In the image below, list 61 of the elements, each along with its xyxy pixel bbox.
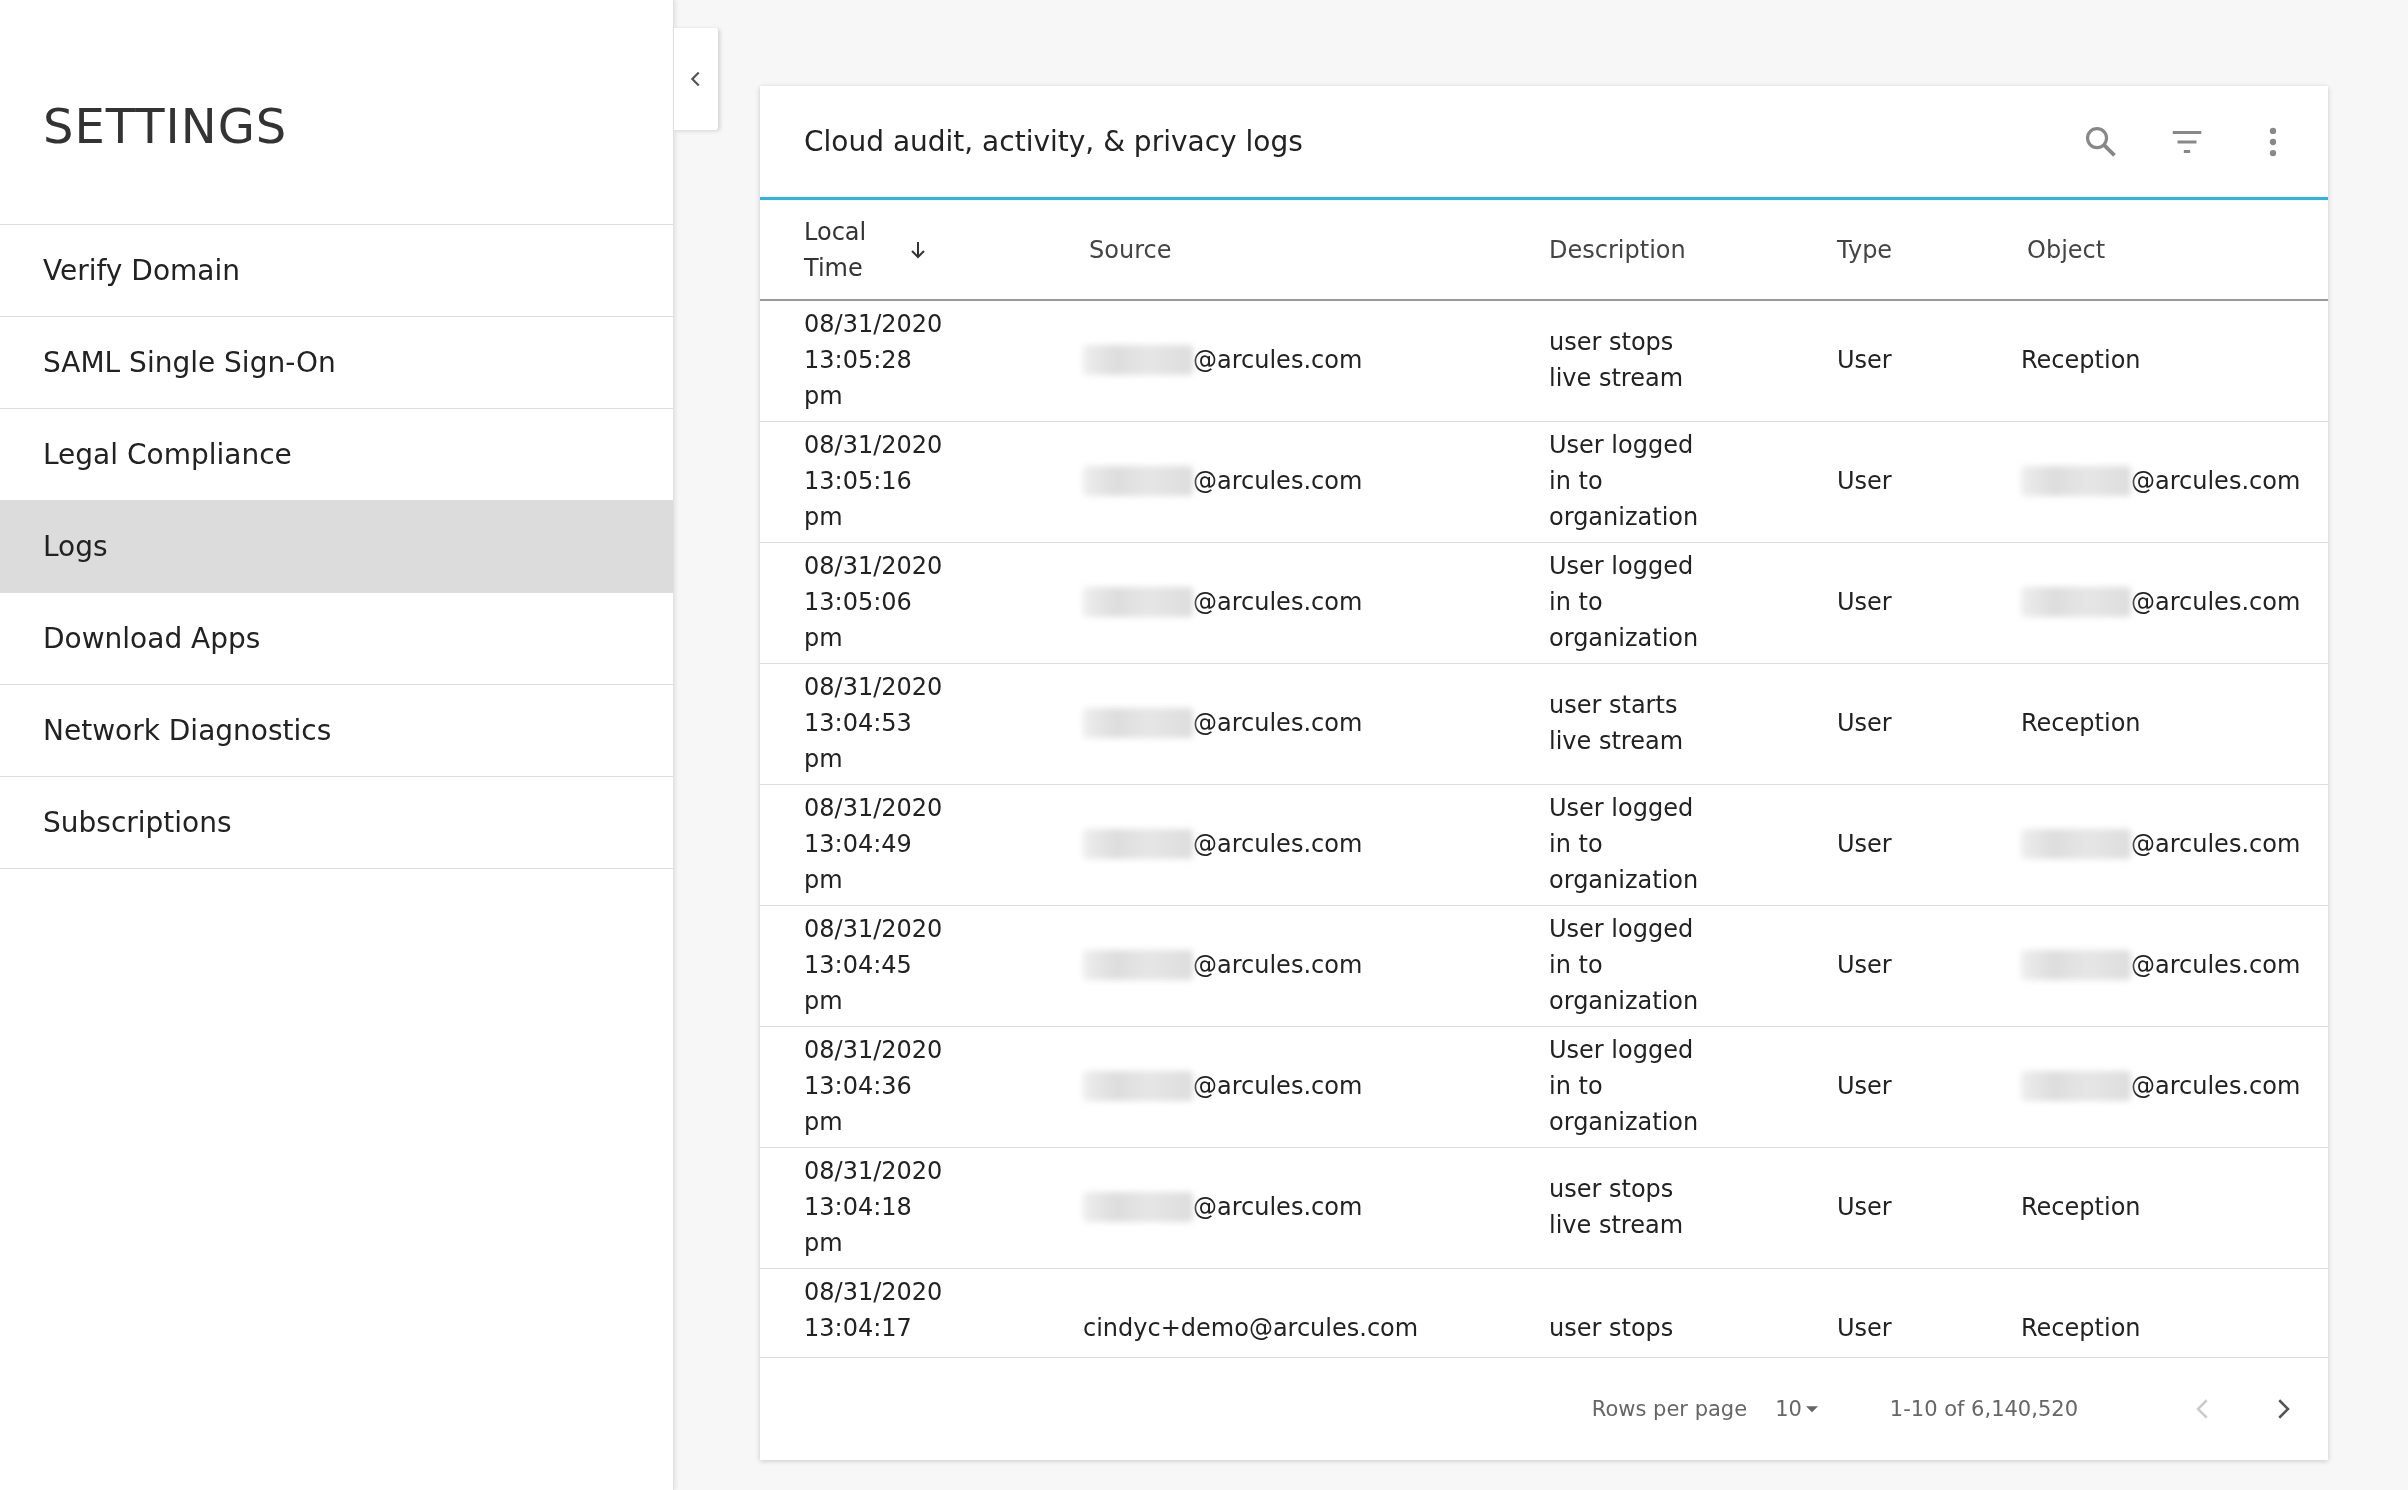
sidebar-item[interactable]: Verify Domain bbox=[0, 225, 673, 317]
table-cell-text: @arcules.com bbox=[1193, 829, 1363, 860]
table-cell-text: User bbox=[1837, 466, 1892, 497]
table-cell-text: User logged in to organization bbox=[1549, 914, 1699, 1017]
page-range: 1-10 of 6,140,520 bbox=[1889, 1397, 2078, 1421]
table-cell-text: 08/31/2020 13:04:36 pm bbox=[804, 1035, 943, 1138]
table-cell-text: 08/31/2020 13:05:28 pm bbox=[804, 309, 943, 412]
table-cell-text: user stops live stream bbox=[1549, 327, 1684, 394]
table-cell-text: User logged in to organization bbox=[1549, 551, 1699, 654]
table-cell-text: User bbox=[1837, 829, 1892, 860]
table-cell-text: Reception bbox=[2021, 1192, 2141, 1223]
table-cell-text: User logged in to organization bbox=[1549, 1035, 1699, 1138]
table-cell-text: User bbox=[1837, 950, 1892, 981]
table-cell-text: @arcules.com bbox=[1193, 1071, 1363, 1102]
table-cell-text: @arcules.com bbox=[2131, 587, 2301, 618]
table-cell-text: @arcules.com bbox=[2131, 950, 2301, 981]
table-cell-text: 08/31/2020 13:05:16 pm bbox=[804, 430, 943, 533]
card-title: Cloud audit, activity, & privacy logs bbox=[804, 125, 1304, 158]
table-cell-text: @arcules.com bbox=[1193, 950, 1363, 981]
table-cell-text: Reception bbox=[2021, 1313, 2141, 1344]
table-cell-text: @arcules.com bbox=[2131, 829, 2301, 860]
table-cell-text: User bbox=[1837, 1313, 1892, 1344]
table-cell-text: @arcules.com bbox=[1193, 1192, 1363, 1223]
table-cell-text: @arcules.com bbox=[1193, 466, 1363, 497]
table-cell-text: User bbox=[1837, 345, 1892, 376]
table-cell-text: User bbox=[1837, 1071, 1892, 1102]
table-cell-text: User bbox=[1837, 708, 1892, 739]
table-cell-text: 08/31/2020 13:04:53 pm bbox=[804, 672, 943, 775]
table-cell-text: Reception bbox=[2021, 345, 2141, 376]
table-cell-text: @arcules.com bbox=[1193, 587, 1363, 618]
table-cell-text: User bbox=[1837, 587, 1892, 618]
table-cell-text: 08/31/2020 13:05:06 pm bbox=[804, 551, 943, 654]
sidebar-title: SETTINGS bbox=[0, 0, 673, 225]
column-header[interactable]: Source bbox=[1089, 231, 1172, 268]
sidebar-item[interactable]: Download Apps bbox=[0, 593, 673, 685]
table-cell-text: user stops live stream bbox=[1549, 1174, 1684, 1241]
table-cell-text: Reception bbox=[2021, 708, 2141, 739]
sidebar-item[interactable]: Subscriptions bbox=[0, 777, 673, 869]
table-cell-text: @arcules.com bbox=[1193, 345, 1363, 376]
table-cell-text: @arcules.com bbox=[1193, 708, 1363, 739]
sidebar-item[interactable]: Logs bbox=[0, 501, 673, 593]
table-cell-text: @arcules.com bbox=[2131, 466, 2301, 497]
sidebar-item[interactable]: Network Diagnostics bbox=[0, 685, 673, 777]
rows-per-page-dropdown[interactable]: 10 bbox=[1775, 1397, 1820, 1421]
table-cell-text: @arcules.com bbox=[2131, 1071, 2301, 1102]
column-header[interactable]: Local Time bbox=[804, 213, 867, 286]
table-cell-text: cindyc+demo@arcules.com bbox=[1083, 1313, 1419, 1344]
rows-per-page-label: Rows per page bbox=[1591, 1397, 1748, 1421]
column-header[interactable]: Description bbox=[1549, 231, 1686, 268]
table-cell-text: User bbox=[1837, 1192, 1892, 1223]
table-cell-text: 08/31/2020 13:04:45 pm bbox=[804, 914, 943, 1017]
table-cell-text: User logged in to organization bbox=[1549, 430, 1699, 533]
table-cell-text: 08/31/2020 13:04:49 pm bbox=[804, 793, 943, 896]
table-cell-text: 08/31/2020 13:04:17 bbox=[804, 1277, 943, 1344]
table-cell-text: 08/31/2020 13:04:18 pm bbox=[804, 1156, 943, 1259]
column-header[interactable]: Object bbox=[2027, 231, 2106, 268]
table-cell-text: User logged in to organization bbox=[1549, 793, 1699, 896]
table-cell-text: user starts live stream bbox=[1549, 690, 1684, 757]
sidebar-item[interactable]: SAML Single Sign-On bbox=[0, 317, 673, 409]
table-cell-text: user stops bbox=[1549, 1313, 1674, 1344]
column-header[interactable]: Type bbox=[1837, 231, 1893, 268]
